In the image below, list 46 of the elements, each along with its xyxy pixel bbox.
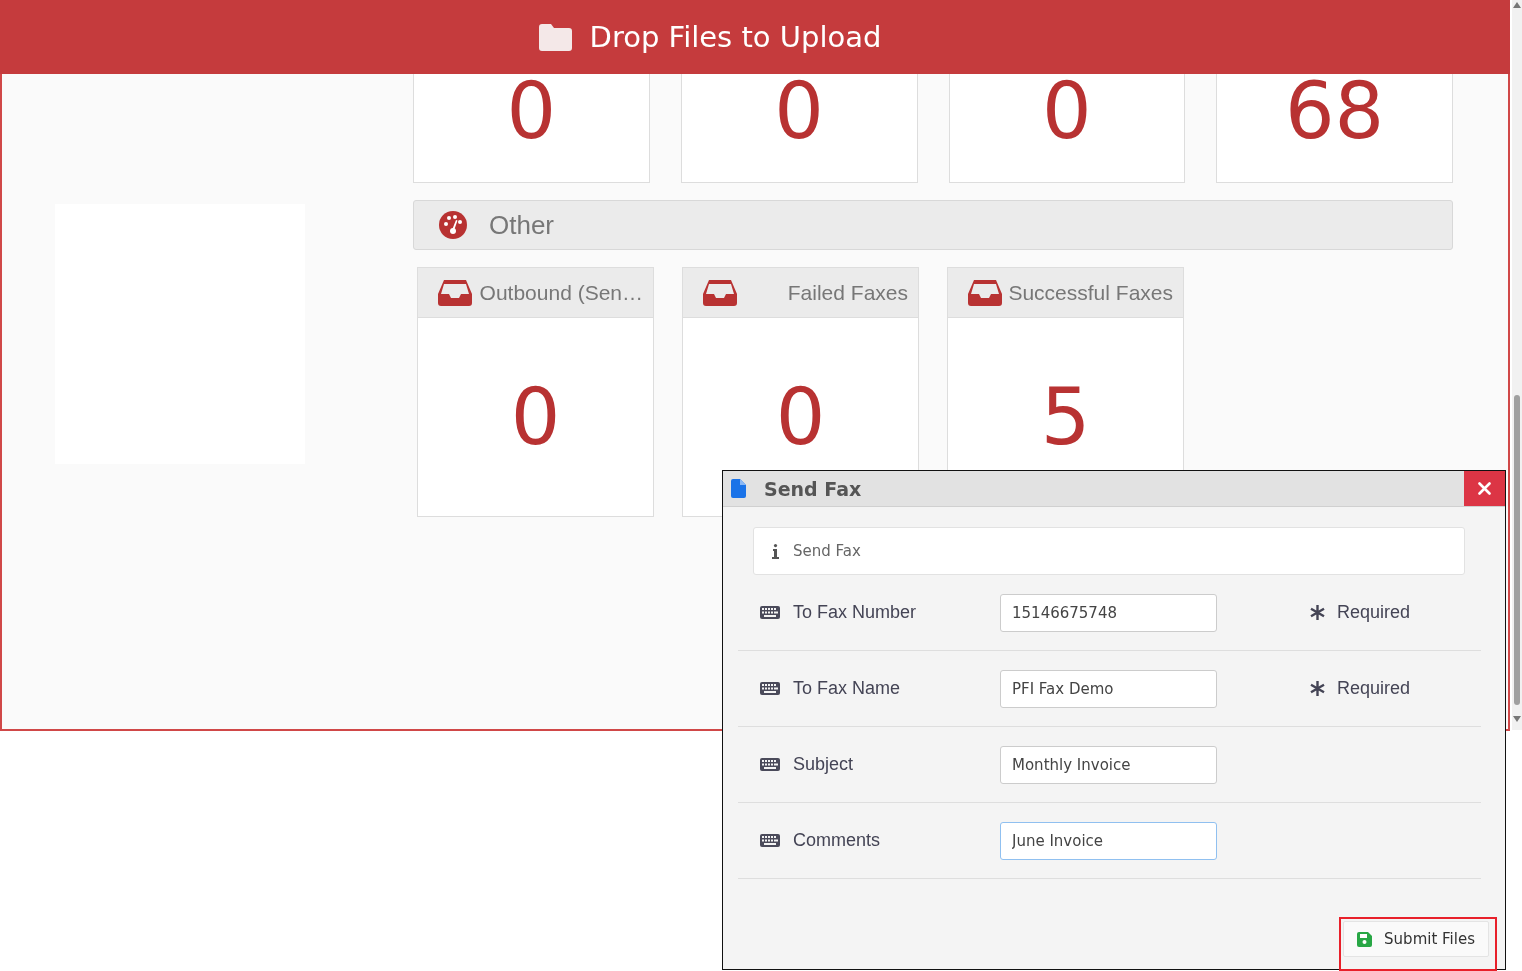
submit-button[interactable]: Submit Files xyxy=(1343,921,1489,957)
keyboard-icon xyxy=(760,682,780,695)
scroll-down-icon[interactable] xyxy=(1513,716,1521,722)
card-title: Outbound (Sen… xyxy=(479,280,643,305)
scroll-up-icon[interactable] xyxy=(1513,2,1521,8)
field-label: Subject xyxy=(793,754,854,775)
count-value: 0 xyxy=(774,71,824,151)
inbox-icon xyxy=(438,279,472,306)
keyboard-icon xyxy=(760,834,780,847)
asterisk-icon xyxy=(1310,605,1325,620)
scrollbar[interactable] xyxy=(1512,0,1522,730)
field-label: To Fax Name xyxy=(793,678,901,699)
banner-label: Drop Files to Upload xyxy=(589,20,882,54)
field-label: Comments xyxy=(793,830,881,851)
dialog-title: Send Fax xyxy=(764,477,862,500)
card-title: Successful Faxes xyxy=(1008,280,1173,305)
upload-banner[interactable]: Drop Files to Upload xyxy=(0,0,1510,74)
keyboard-icon xyxy=(760,758,780,771)
close-button[interactable] xyxy=(1464,471,1505,506)
scrollbar-thumb[interactable] xyxy=(1514,395,1520,705)
count-value: 0 xyxy=(1042,71,1092,151)
folder-icon xyxy=(538,23,572,51)
required-note: Required xyxy=(1337,602,1411,623)
close-icon xyxy=(1478,482,1491,495)
input-field[interactable]: Monthly Invoice xyxy=(1000,745,1217,784)
count-value: 0 xyxy=(775,377,826,457)
section-title: Other xyxy=(489,209,555,241)
card-title: Failed Faxes xyxy=(787,280,908,305)
inbox-icon xyxy=(703,279,737,306)
file-icon xyxy=(731,479,746,498)
required-note: Required xyxy=(1337,678,1411,699)
count-value: 68 xyxy=(1285,71,1385,151)
count-value: 0 xyxy=(506,71,557,151)
input-field[interactable]: 15146675748 xyxy=(1000,593,1217,632)
count-value: 0 xyxy=(510,377,561,457)
keyboard-icon xyxy=(760,606,780,619)
input-field[interactable]: PFI Fax Demo xyxy=(1000,669,1217,708)
inbox-icon xyxy=(968,279,1002,306)
info-text: Send Fax xyxy=(793,542,861,560)
field-label: To Fax Number xyxy=(793,602,917,623)
info-icon xyxy=(772,543,779,559)
input-field[interactable]: June Invoice xyxy=(1000,821,1217,860)
save-icon xyxy=(1357,931,1373,947)
count-value: 5 xyxy=(1040,377,1091,457)
dashboard-icon xyxy=(439,211,467,239)
asterisk-icon xyxy=(1310,681,1325,696)
